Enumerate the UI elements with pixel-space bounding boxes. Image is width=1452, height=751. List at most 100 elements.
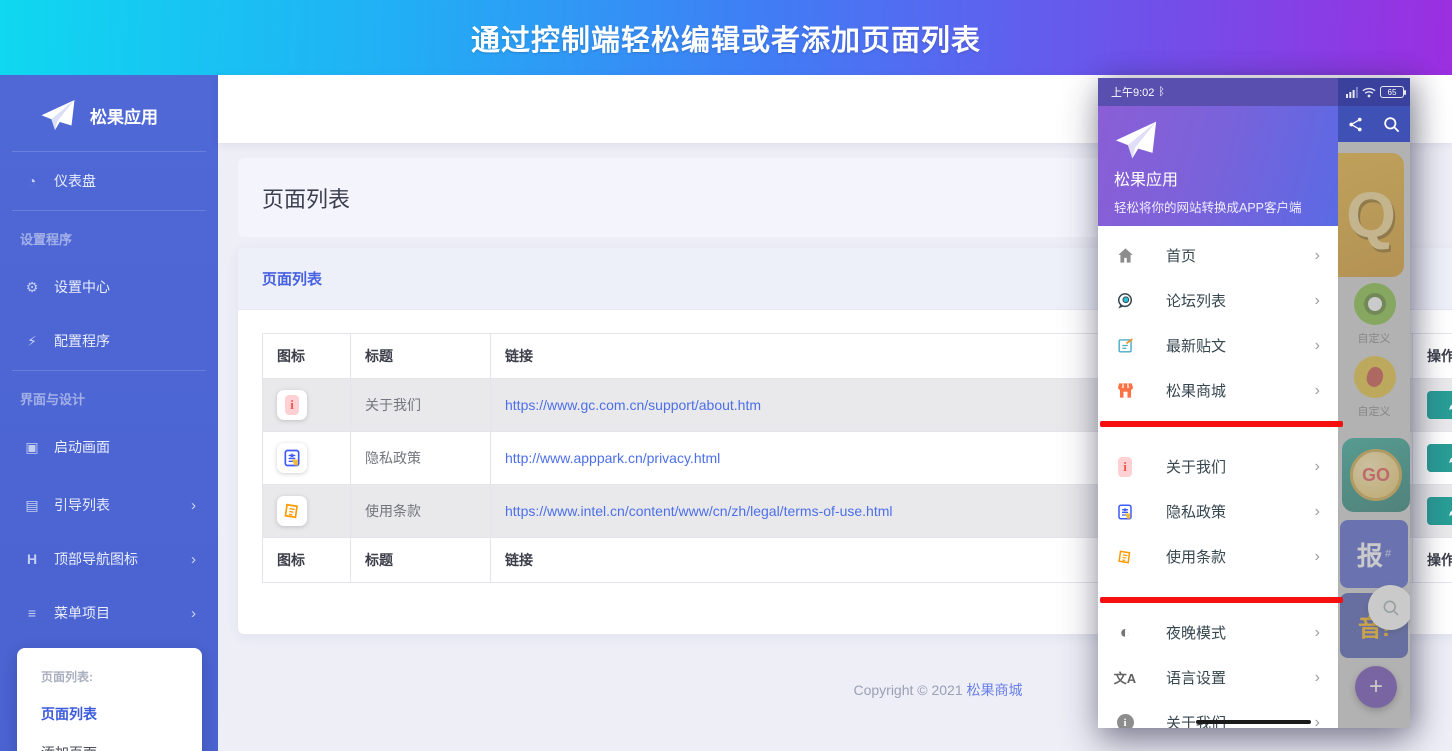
plug-icon: ⚡ [20,333,44,350]
drawer-item-language[interactable]: 文A 语言设置 › [1098,655,1338,700]
search-icon[interactable] [1382,115,1401,134]
chevron-right-icon: › [191,497,196,514]
sidebar-item-label: 菜单项目 [54,603,110,623]
col-header-actions: 操作 [1413,334,1452,379]
drawer-tagline: 轻松将你的网站转换成APP客户端 [1114,197,1338,216]
home-indicator[interactable] [1196,720,1311,724]
submenu-title: 页面列表: [41,668,202,685]
copyright-footer: Copyright © 2021 松果商城 [738,680,1138,700]
phone-drawer: 松果应用 轻松将你的网站转换成APP客户端 首页 › 论坛列表 › [1098,106,1338,728]
privacy-icon [1112,503,1138,521]
drawer-item-terms[interactable]: 使用条款 › [1098,534,1338,579]
privacy-icon [277,443,307,473]
drawer-item-privacy[interactable]: 隐私政策 › [1098,489,1338,534]
chevron-right-icon: › [1315,247,1320,265]
drawer-section-gap [1098,413,1338,444]
drawer-item-shop[interactable]: 松果商城 › [1098,368,1338,413]
paper-plane-logo-icon [1114,118,1338,162]
sidebar-item-settings-center[interactable]: ⚙ 设置中心 [0,272,218,302]
admin-sidebar: 松果应用 ◔ 仪表盘 设置程序 ⚙ 设置中心 ⚡ 配置程序 界面与设计 ▣ 启动… [0,75,218,751]
status-time: 上午9:02 [1111,84,1154,100]
sidebar-section-ui-design: 界面与设计 [0,389,218,408]
shop-icon [1112,381,1138,400]
page-title: 页面列表 [262,182,350,214]
brand-name: 松果应用 [90,103,158,128]
chevron-right-icon: › [1315,382,1320,400]
page-link[interactable]: http://www.apppark.cn/privacy.html [505,450,720,466]
sidebar-item-dashboard[interactable]: ◔ 仪表盘 [0,166,218,196]
list-icon: ≡ [20,605,44,621]
edit-button[interactable] [1427,444,1452,472]
chevron-right-icon: › [1315,292,1320,310]
drawer-item-night-mode[interactable]: ◐ 夜晚模式 › [1098,610,1338,655]
col-footer-title: 标题 [351,538,491,583]
chevron-right-icon: › [1315,714,1320,729]
drawer-section-gap [1098,579,1338,610]
phone-toolbar [1338,106,1410,142]
forum-icon [1112,291,1138,311]
chevron-right-icon: › [1315,624,1320,642]
sidebar-item-guide-list[interactable]: ▤ 引导列表 › [0,490,218,520]
signal-icon [1346,87,1358,98]
terms-icon [277,496,307,526]
drawer-item-forum-list[interactable]: 论坛列表 › [1098,278,1338,323]
edit-button[interactable] [1427,391,1452,419]
battery-icon: 65 [1380,86,1404,98]
divider [12,151,206,152]
copyright-text: Copyright © 2021 [853,682,966,698]
col-header-icon: 图标 [263,334,351,379]
banner-title: 通过控制端轻松编辑或者添加页面列表 [471,17,981,59]
sidebar-item-label: 启动画面 [54,437,110,457]
drawer-item-about[interactable]: i 关于我们 › [1098,444,1338,489]
night-mode-icon: ◐ [1112,622,1138,643]
sidebar-section-settings: 设置程序 [0,229,218,248]
splash-icon: ▣ [20,439,44,456]
sidebar-item-menu-items[interactable]: ≡ 菜单项目 › [0,598,218,628]
chevron-right-icon: › [1315,503,1320,521]
page-link[interactable]: https://www.intel.cn/content/www/cn/zh/l… [505,503,892,519]
submenu-item-page-list[interactable]: 页面列表 [41,704,202,724]
sidebar-item-label: 设置中心 [54,277,110,297]
sidebar-item-label: 仪表盘 [54,171,96,191]
page-list-submenu: 页面列表: 页面列表 添加页面 [17,648,202,751]
col-footer-icon: 图标 [263,538,351,583]
page-title-cell: 隐私政策 [351,432,491,485]
submenu-item-add-page[interactable]: 添加页面 [41,743,202,751]
phone-status-bar: 上午9:02 ᛒ 65 [1098,78,1410,106]
sidebar-item-splash[interactable]: ▣ 启动画面 [0,432,218,462]
col-header-title: 标题 [351,334,491,379]
chevron-right-icon: › [1315,458,1320,476]
drawer-brand: 松果应用 [1114,166,1338,190]
sidebar-item-label: 引导列表 [54,495,110,515]
language-icon: 文A [1112,668,1138,687]
col-footer-actions: 操作 [1413,538,1452,583]
home-icon [1112,246,1138,265]
sidebar-item-configure[interactable]: ⚡ 配置程序 [0,326,218,356]
edit-button[interactable] [1427,497,1452,525]
chevron-right-icon: › [191,605,196,622]
chevron-right-icon: › [191,551,196,568]
dashboard-icon: ◔ [20,173,44,189]
screen: 通过控制端轻松编辑或者添加页面列表 松果应用 ◔ 仪表盘 设置程序 ⚙ 设置中心… [0,0,1452,751]
sidebar-item-label: 顶部导航图标 [54,549,138,569]
chevron-right-icon: › [1315,548,1320,566]
drawer-item-latest-posts[interactable]: 最新贴文 › [1098,323,1338,368]
promo-banner: 通过控制端轻松编辑或者添加页面列表 [0,0,1452,75]
drawer-scrim[interactable] [1338,142,1410,728]
chevron-right-icon: › [1315,337,1320,355]
about-icon: i [1112,457,1138,477]
about-icon: i [277,390,307,420]
brand: 松果应用 [0,75,218,151]
footer-brand-link[interactable]: 松果商城 [967,682,1023,698]
card-title: 页面列表 [262,268,322,289]
annotation-line-bottom [1100,597,1343,603]
drawer-item-home[interactable]: 首页 › [1098,233,1338,278]
paper-plane-logo-icon [40,97,76,133]
page-link[interactable]: https://www.gc.com.cn/support/about.htm [505,397,761,413]
phone-preview: 上午9:02 ᛒ 65 Q 自定义 [1098,78,1410,728]
share-icon[interactable] [1347,116,1364,133]
heading-icon: H [20,551,44,567]
sidebar-item-top-nav-icons[interactable]: H 顶部导航图标 › [0,544,218,574]
page-title-cell: 使用条款 [351,485,491,538]
gears-icon: ⚙ [20,279,44,296]
